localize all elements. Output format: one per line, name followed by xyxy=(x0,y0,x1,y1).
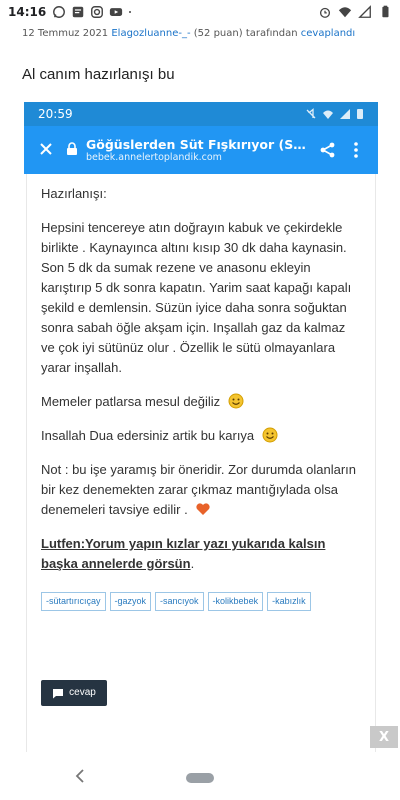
status-bar: 14:16 xyxy=(0,0,400,24)
answered-link[interactable]: cevaplandı xyxy=(301,28,355,39)
recipe-paragraph: Hepsini tencereye atın doğrayın kabuk ve… xyxy=(41,220,352,375)
embedded-screenshot[interactable]: 20:59 Göğüslerden Süt Fışkırıyor (Süt ..… xyxy=(24,102,378,752)
whatsapp-icon xyxy=(53,6,66,18)
heart-emoji-icon xyxy=(196,503,210,515)
instagram-icon xyxy=(91,6,104,18)
request-text: Lutfen:Yorum yapın kızlar yazı yukarıda … xyxy=(41,536,326,571)
warning-paragraph: Memeler patlarsa mesul değiliz xyxy=(41,392,361,412)
signal-icon xyxy=(340,109,350,119)
smiley-emoji-icon xyxy=(262,427,278,443)
close-ad-button[interactable]: X xyxy=(370,726,398,748)
answer-date: 12 Temmuz 2021 xyxy=(22,28,109,39)
dot-icon xyxy=(129,11,132,13)
message-icon xyxy=(72,6,84,18)
tag-item[interactable]: -sancıyok xyxy=(155,592,204,611)
reply-button[interactable]: cevap xyxy=(41,680,107,706)
tag-item[interactable]: -gazyok xyxy=(109,592,152,611)
tag-item[interactable]: -kabızlık xyxy=(267,592,311,611)
answer-meta: 12 Temmuz 2021 Elagozluanne-_- (52 puan)… xyxy=(22,28,390,39)
back-button[interactable] xyxy=(74,768,90,788)
toolbar-text[interactable]: Göğüslerden Süt Fışkırıyor (Süt ... bebe… xyxy=(86,137,314,163)
request-paragraph: Lutfen:Yorum yapın kızlar yazı yukarıda … xyxy=(41,534,361,574)
tag-item[interactable]: -kolikbebek xyxy=(207,592,264,611)
embedded-status-icons xyxy=(305,108,364,120)
close-icon xyxy=(40,143,52,155)
status-time: 14:16 xyxy=(8,5,47,19)
recipe-heading: Hazırlanışı: xyxy=(41,186,107,201)
close-tab-button[interactable] xyxy=(32,138,60,162)
system-icons xyxy=(318,5,392,19)
answer-text: Al canım hazırlanışı bu xyxy=(22,66,175,83)
page-title: Göğüslerden Süt Fışkırıyor (Süt ... xyxy=(86,137,314,152)
share-button[interactable] xyxy=(314,141,342,159)
prayer-text: Insallah Dua edersiniz artik bu karıya xyxy=(41,428,255,443)
article-content: Hazırlanışı: Hepsini tencereye atın doğr… xyxy=(26,174,376,752)
embedded-time: 20:59 xyxy=(38,107,73,121)
youtube-icon xyxy=(110,8,123,16)
more-button[interactable] xyxy=(342,141,370,159)
more-vert-icon xyxy=(354,142,358,158)
wifi-icon xyxy=(338,7,352,18)
smiley-emoji-icon xyxy=(228,393,244,409)
request-end: . xyxy=(190,556,195,571)
page-url: bebek.annelertoplandik.com xyxy=(86,152,222,163)
prayer-paragraph: Insallah Dua edersiniz artik bu karıya xyxy=(41,426,361,446)
comment-icon xyxy=(53,688,64,698)
reply-label: cevap xyxy=(69,687,96,698)
signal-icon xyxy=(358,5,371,18)
wifi-icon xyxy=(323,110,333,119)
warning-text: Memeler patlarsa mesul değiliz xyxy=(41,394,221,409)
user-link[interactable]: Elagozluanne-_- xyxy=(111,28,190,39)
share-icon xyxy=(320,142,335,158)
back-chevron-icon xyxy=(75,769,84,783)
battery-icon xyxy=(357,109,363,119)
notification-icons xyxy=(52,5,136,19)
lock-icon xyxy=(66,141,82,160)
meta-by: tarafından xyxy=(245,28,298,39)
note-paragraph: Not : bu işe yaramış bir öneridir. Zor d… xyxy=(41,460,361,520)
home-pill-button[interactable] xyxy=(186,773,214,783)
mute-icon xyxy=(306,108,316,119)
navigation-bar xyxy=(0,756,400,800)
user-points: (52 puan) xyxy=(193,28,243,39)
browser-toolbar: Göğüslerden Süt Fışkırıyor (Süt ... bebe… xyxy=(24,126,378,174)
tag-item[interactable]: -sütartırıcıçay xyxy=(41,592,106,611)
tag-list: -sütartırıcıçay -gazyok -sancıyok -kolik… xyxy=(41,592,361,611)
embedded-status-bar: 20:59 xyxy=(24,102,378,126)
battery-icon xyxy=(382,5,389,18)
alarm-icon xyxy=(319,7,331,18)
